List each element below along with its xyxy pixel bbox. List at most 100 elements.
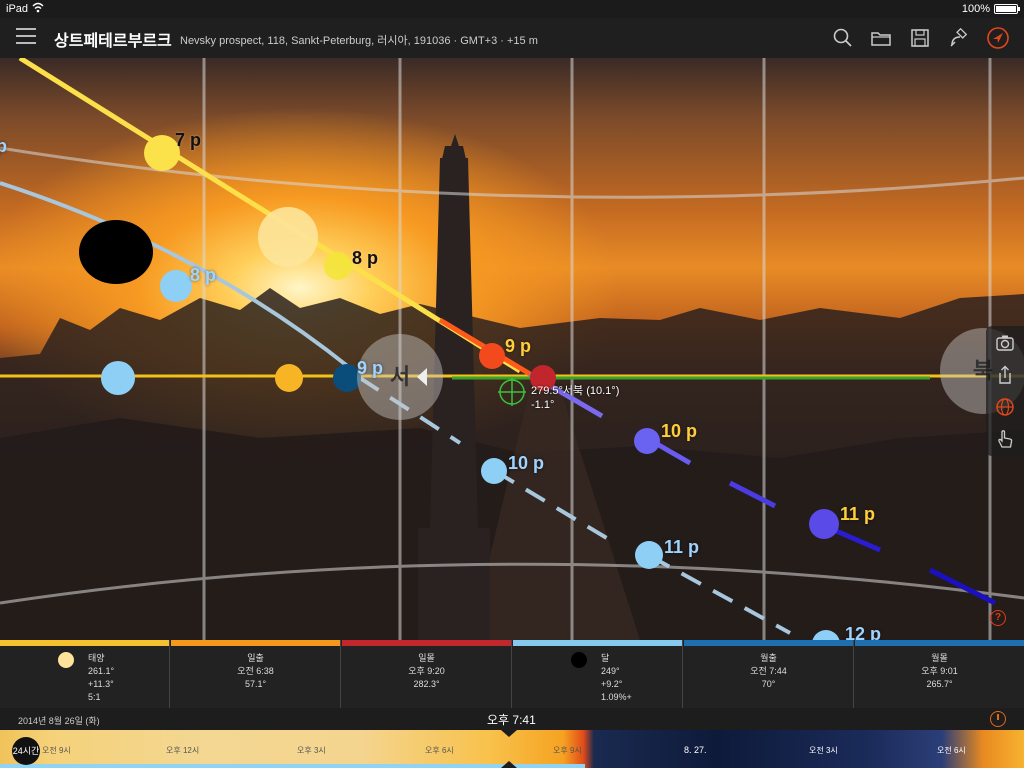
location-text: Nevsky prospect, 118, Sankt-Peterburg, 러… (180, 35, 538, 47)
status-bar: iPad 100% (0, 0, 1024, 18)
moonset-time: 오후 9:01 (921, 666, 958, 676)
moonrise-info-cell[interactable]: 월출 오전 7:44 70° (684, 640, 854, 708)
photopills-screen: iPad 100% 상트페테르부르크 Nevsky prospect, 118,… (0, 0, 1024, 768)
clock-icon[interactable] (990, 711, 1006, 727)
timeline-cursor-bottom (501, 761, 517, 768)
sun-label-7p: 7 p (175, 130, 202, 150)
hand-icon[interactable] (994, 428, 1016, 450)
moon-visibility-strip (0, 764, 585, 768)
current-time[interactable]: 오후 7:41 (487, 711, 536, 728)
target-readout: 279.5°서북 (10.1°) -1.1° (531, 384, 619, 412)
moon-azimuth: 249° (601, 666, 620, 676)
moon-marker-10p (481, 458, 507, 484)
compass-west-label: 서 (389, 364, 411, 389)
moon-color-bar (513, 640, 682, 646)
date-bar: 2014년 8월 26일 (화) 오후 7:41 (0, 708, 1024, 730)
carrier-label: iPad (6, 3, 29, 15)
satellite-icon[interactable] (946, 25, 972, 51)
timeline-tick: 오후 12시 (166, 746, 200, 755)
sunrise-color-bar (171, 640, 340, 646)
sunset-info-cell[interactable]: 일몰 오후 9:20 282.3° (342, 640, 512, 708)
timeline-tick: 오전 9시 (42, 746, 71, 755)
sunrise-horizon-marker (275, 364, 303, 392)
battery-percent: 100% (961, 3, 990, 15)
sun-info-cell[interactable]: 태양 261.1° +11.3° 5:1 (0, 640, 170, 708)
search-icon[interactable] (830, 25, 856, 51)
sunrise-time: 오전 6:38 (237, 666, 274, 676)
sunset-color-bar (342, 640, 511, 646)
page-title: 상트페테르부르크 (54, 33, 172, 50)
time-slider[interactable]: 24시간 오전 9시 오후 12시 오후 3시 오후 6시 오후 9시 8. 2… (0, 730, 1024, 768)
wifi-icon (32, 2, 44, 17)
globe-icon[interactable] (994, 396, 1016, 418)
help-icon[interactable]: ? (990, 610, 1006, 626)
moon-current-marker (79, 220, 153, 284)
sunset-title: 일몰 (418, 653, 435, 663)
timeline-cursor-top (501, 730, 517, 737)
sun-title: 태양 (88, 653, 105, 663)
moonset-info-cell[interactable]: 월몰 오후 9:01 265.7° (855, 640, 1024, 708)
sun-azimuth: 261.1° (88, 666, 115, 676)
sunrise-info-cell[interactable]: 일출 오전 6:38 57.1° (171, 640, 341, 708)
sun-ratio: 5:1 (88, 692, 101, 702)
camera-icon[interactable] (994, 332, 1016, 354)
moonset-azimuth: 265.7° (926, 679, 953, 689)
share-icon[interactable] (994, 364, 1016, 386)
location-arrow-icon[interactable] (985, 25, 1011, 51)
sunrise-title: 일출 (247, 653, 264, 663)
sun-marker-8p (324, 252, 352, 280)
moon-marker-11p (635, 541, 663, 569)
target-azimuth: 279.5°서북 (10.1°) (531, 385, 620, 397)
moonrise-azimuth: 70° (761, 679, 776, 689)
info-panel: 태양 261.1° +11.3° 5:1 일출 오전 6:38 57.1° 일몰… (0, 640, 1024, 708)
moon-label-12p: 12 p (845, 624, 882, 640)
sun-marker-10p (634, 428, 660, 454)
moonset-color-bar (855, 640, 1024, 646)
sun-label-9p: 9 p (505, 336, 532, 356)
moonrise-horizon-marker (101, 361, 135, 395)
ar-camera-view[interactable]: 서 북 7 p 8 p 9 p 10 p 11 p p 8 p 9 p 10 p… (0, 58, 1024, 640)
moon-marker-8p (160, 270, 192, 302)
moon-illumination: 1.09%+ (601, 692, 632, 702)
target-elevation: -1.1° (531, 399, 555, 411)
timeline-tick: 오전 6시 (937, 746, 966, 755)
menu-icon[interactable] (16, 28, 36, 44)
moon-icon (571, 652, 587, 668)
timeline-tick: 오전 3시 (809, 746, 838, 755)
sun-label-10p: 10 p (661, 421, 698, 441)
top-toolbar: 상트페테르부르크 Nevsky prospect, 118, Sankt-Pet… (0, 18, 1024, 58)
moon-label-9p: 9 p (357, 358, 384, 378)
chevron-left-icon (417, 368, 427, 386)
moon-label-10p: 10 p (508, 453, 545, 473)
save-icon[interactable] (907, 25, 933, 51)
sunset-time: 오후 9:20 (408, 666, 445, 676)
timeline-tick: 오후 9시 (553, 746, 582, 755)
moon-label-11p: 11 p (664, 537, 700, 557)
sunrise-azimuth: 57.1° (244, 679, 267, 689)
sun-elevation: +11.3° (88, 679, 114, 689)
timeline-zoom-button[interactable]: 24시간 (12, 737, 40, 765)
sun-marker-11p (809, 509, 839, 539)
timeline-tick-date: 8. 27. (684, 745, 707, 755)
current-date[interactable]: 2014년 8월 26일 (화) (18, 714, 100, 727)
timeline-tick: 오후 3시 (297, 746, 326, 755)
sun-marker-9p (479, 343, 505, 369)
folder-icon[interactable] (868, 25, 894, 51)
sun-icon (58, 652, 74, 668)
moon-elevation: +9.2° (601, 679, 623, 689)
sun-current-marker (258, 207, 318, 267)
sun-color-bar (0, 640, 169, 646)
moon-title: 달 (601, 653, 610, 663)
side-toolbar (986, 326, 1024, 456)
sun-label-8p: 8 p (352, 248, 379, 268)
battery-icon (994, 4, 1020, 14)
sunset-azimuth: 282.3° (413, 679, 440, 689)
moonset-title: 월몰 (931, 653, 948, 663)
timeline-tick: 오후 6시 (425, 746, 454, 755)
moonrise-color-bar (684, 640, 853, 646)
sun-label-11p: 11 p (840, 504, 876, 524)
moon-label-8p: 8 p (190, 265, 217, 285)
moon-info-cell[interactable]: 달 249° +9.2° 1.09%+ (513, 640, 683, 708)
moonrise-title: 월출 (760, 653, 777, 663)
moon-label-7p: p (0, 136, 7, 156)
